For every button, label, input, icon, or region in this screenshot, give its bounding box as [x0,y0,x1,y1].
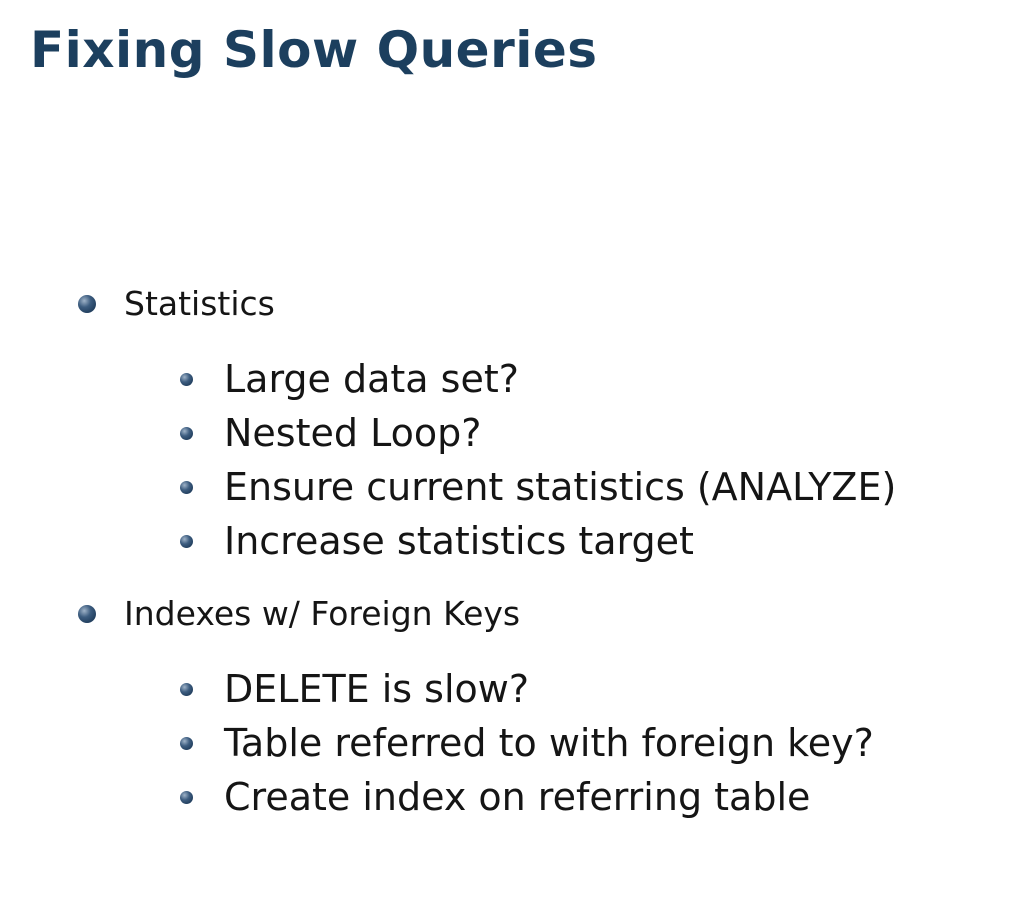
list-item-text: Ensure current statistics (ANALYZE) [224,465,897,509]
bullet-icon [78,295,96,313]
bullet-icon [180,481,193,494]
section-statistics: Statistics [76,280,1016,328]
bullet-icon [180,535,193,548]
bullet-icon [180,791,193,804]
list-item: Table referred to with foreign key? [76,716,1016,770]
list-item-text: Increase statistics target [224,519,694,563]
bullet-icon [180,737,193,750]
section-label: Statistics [124,284,275,323]
slide-title: Fixing Slow Queries [30,21,598,79]
list-item-text: DELETE is slow? [224,667,530,711]
list-item-text: Nested Loop? [224,411,482,455]
list-item: Create index on referring table [76,770,1016,824]
list-item: Large data set? [76,352,1016,406]
list-item-text: Large data set? [224,357,519,401]
statistics-sub-list: Large data set? Nested Loop? Ensure curr… [76,352,1016,568]
indexes-sub-list: DELETE is slow? Table referred to with f… [76,662,1016,824]
list-item: DELETE is slow? [76,662,1016,716]
list-item: Increase statistics target [76,514,1016,568]
bullet-icon [180,427,193,440]
section-indexes-foreign-keys: Indexes w/ Foreign Keys [76,590,1016,638]
bullet-icon [180,683,193,696]
list-item: Nested Loop? [76,406,1016,460]
bullet-list: Statistics Large data set? Nested Loop? … [76,280,1016,846]
slide: Fixing Slow Queries Statistics Large dat… [0,0,1030,906]
bullet-icon [78,605,96,623]
list-item-text: Table referred to with foreign key? [224,721,874,765]
bullet-icon [180,373,193,386]
list-item-text: Create index on referring table [224,775,811,819]
list-item: Ensure current statistics (ANALYZE) [76,460,1016,514]
section-label: Indexes w/ Foreign Keys [124,594,521,633]
